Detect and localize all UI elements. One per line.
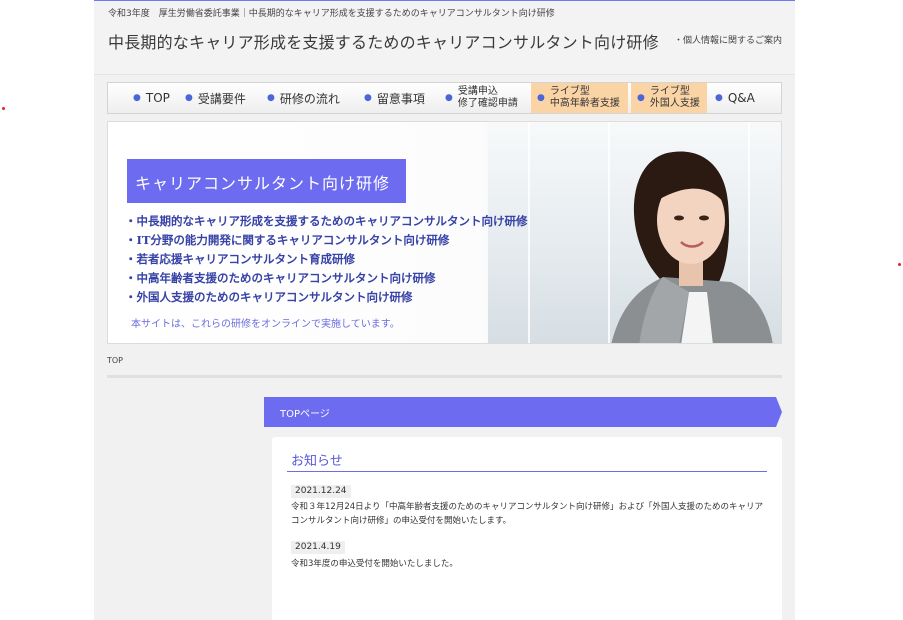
header-subtitle: 令和3年度 厚生労働省委託事業｜中長期的なキャリア形成を支援するためのキャリアコ… bbox=[108, 9, 555, 19]
page-container: 令和3年度 厚生労働省委託事業｜中長期的なキャリア形成を支援するためのキャリアコ… bbox=[94, 0, 795, 620]
site-header: 令和3年度 厚生労働省委託事業｜中長期的なキャリア形成を支援するためのキャリアコ… bbox=[94, 0, 795, 75]
nav-item-label: Q&A bbox=[727, 91, 755, 105]
red-dot-marker-left bbox=[2, 107, 5, 110]
nav-item-label: 留意事項 bbox=[376, 91, 425, 106]
red-dot-marker-right bbox=[898, 263, 901, 266]
bullet-icon: ● bbox=[133, 93, 141, 103]
nav-item-label-line2: 外国人支援 bbox=[649, 98, 700, 109]
bullet-icon: ● bbox=[537, 93, 545, 103]
bullet-icon: ● bbox=[267, 93, 275, 103]
nav-item-requirements[interactable]: ● 受講要件 bbox=[185, 83, 246, 113]
privacy-policy-link[interactable]: ・個人情報に関するご案内 bbox=[674, 33, 782, 46]
nav-item-label-line2: 修了確認申請 bbox=[457, 98, 518, 109]
bullet-icon: ● bbox=[715, 93, 723, 103]
course-list-item: ・若者応援キャリアコンサルタント育成研修 bbox=[125, 252, 355, 266]
course-list-item: ・中高年齢者支援のためのキャリアコンサルタント向け研修 bbox=[125, 271, 436, 285]
nav-item-label: TOP bbox=[145, 91, 170, 105]
breadcrumb[interactable]: TOP bbox=[107, 356, 123, 365]
news-date: 2021.4.19 bbox=[291, 541, 345, 554]
section-divider bbox=[107, 375, 782, 378]
site-title[interactable]: 中長期的なキャリア形成を支援するためのキャリアコンサルタント向け研修 bbox=[108, 29, 659, 53]
page-heading: TOPページ bbox=[280, 409, 330, 420]
nav-item-label: 受講要件 bbox=[197, 91, 246, 106]
nav-item-training-flow[interactable]: ● 研修の流れ bbox=[267, 83, 340, 113]
course-list-item: ・外国人支援のためのキャリアコンサルタント向け研修 bbox=[125, 290, 413, 304]
bullet-icon: ● bbox=[364, 93, 372, 103]
news-text: 令和３年12月24日より「中高年齢者支援のためのキャリアコンサルタント向け研修」… bbox=[291, 502, 763, 526]
nav-item-live-middle-aged[interactable]: ● ライブ型 中高年齢者支援 bbox=[531, 83, 628, 113]
nav-item-faq[interactable]: ● Q&A bbox=[715, 83, 755, 113]
course-list: ・中長期的なキャリア形成を支援するためのキャリアコンサルタント向け研修 ・IT分… bbox=[125, 212, 528, 307]
nav-item-top[interactable]: ● TOP bbox=[133, 83, 170, 113]
bullet-icon: ● bbox=[185, 93, 193, 103]
hero-title: キャリアコンサルタント向け研修 bbox=[135, 174, 391, 193]
news-text: 令和3年度の申込受付を開始いたしました。 bbox=[291, 559, 458, 569]
nav-item-label-line2: 中高年齢者支援 bbox=[549, 98, 620, 109]
nav-item-notes[interactable]: ● 留意事項 bbox=[364, 83, 425, 113]
nav-item-live-foreigner[interactable]: ● ライブ型 外国人支援 bbox=[631, 83, 707, 113]
global-nav: ● TOP ● 受講要件 ● 研修の流れ ● 留意事項 ● 受講申込 修了確認申… bbox=[107, 82, 782, 114]
nav-item-application[interactable]: ● 受講申込 修了確認申請 bbox=[445, 83, 518, 113]
hero-note: 本サイトは、これらの研修をオンラインで実施しています。 bbox=[131, 319, 400, 330]
course-list-item: ・IT分野の能力開発に関するキャリアコンサルタント向け研修 bbox=[125, 233, 450, 247]
news-title-rule bbox=[287, 471, 767, 472]
news-title: お知らせ bbox=[291, 454, 343, 469]
course-list-item: ・中長期的なキャリア形成を支援するためのキャリアコンサルタント向け研修 bbox=[125, 214, 528, 228]
news-date: 2021.12.24 bbox=[291, 485, 351, 498]
nav-item-label: 研修の流れ bbox=[279, 91, 340, 106]
businesswoman-photo bbox=[611, 151, 773, 343]
nav-item-label-line1: ライブ型 bbox=[649, 86, 690, 97]
bullet-icon: ● bbox=[637, 93, 645, 103]
news-panel: お知らせ 2021.12.24 令和３年12月24日より「中高年齢者支援のための… bbox=[272, 437, 782, 620]
bullet-icon: ● bbox=[445, 93, 453, 103]
hero-title-box: キャリアコンサルタント向け研修 bbox=[127, 159, 406, 203]
page-heading-ribbon: TOPページ bbox=[264, 397, 782, 427]
hero-banner: キャリアコンサルタント向け研修 ・中長期的なキャリア形成を支援するためのキャリア… bbox=[107, 121, 782, 344]
ribbon-shape bbox=[264, 397, 782, 427]
nav-item-label-line1: 受講申込 bbox=[457, 86, 498, 97]
nav-item-label-line1: ライブ型 bbox=[549, 86, 590, 97]
